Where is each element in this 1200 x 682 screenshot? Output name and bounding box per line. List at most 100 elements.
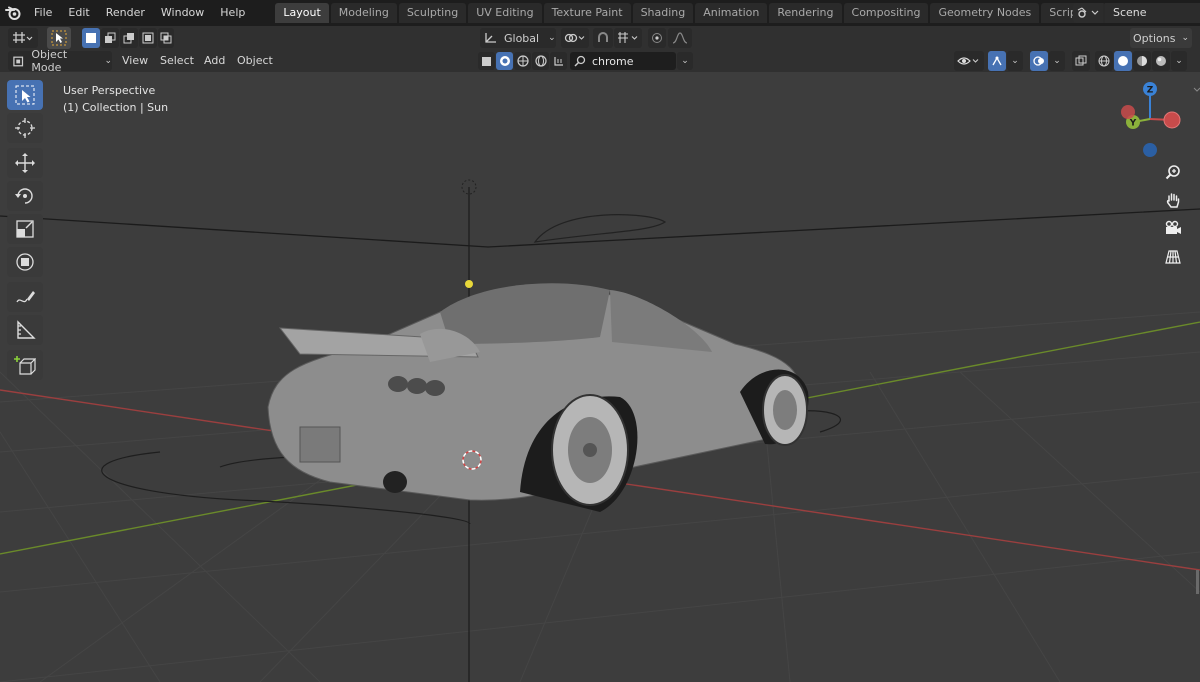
search-icon — [574, 55, 586, 67]
shading-solid-icon[interactable] — [1114, 51, 1132, 71]
spoiler-wire — [533, 214, 667, 243]
tool-measure[interactable] — [7, 315, 43, 345]
measure-ruler-icon — [17, 320, 36, 339]
transform-orientation-label: Global — [504, 31, 540, 45]
search-dropdown-chevron-icon[interactable]: ⌄ — [677, 52, 693, 70]
blender-logo-icon[interactable] — [0, 0, 26, 26]
tab-layout[interactable]: Layout — [275, 3, 329, 23]
menu-render[interactable]: Render — [98, 0, 153, 26]
render-camera-icon[interactable] — [550, 52, 567, 70]
visibility-eye-icon[interactable] — [954, 51, 984, 71]
3d-viewport[interactable]: User Perspective (1) Collection | Sun Z … — [0, 72, 1200, 682]
menu-view[interactable]: View — [122, 50, 148, 72]
tab-uv-editing[interactable]: UV Editing — [468, 3, 542, 23]
object-mode-icon — [13, 56, 24, 67]
menu-edit[interactable]: Edit — [60, 0, 97, 26]
gizmo-neg-x-axis[interactable] — [1121, 105, 1135, 119]
pivot-point-icon[interactable] — [561, 28, 589, 48]
scene-name-field[interactable]: Scene — [1105, 3, 1200, 23]
perspective-grid-icon[interactable] — [1160, 244, 1186, 270]
navigation-gizmo[interactable]: Z Y — [1120, 82, 1190, 162]
tab-texture-paint[interactable]: Texture Paint — [543, 3, 631, 23]
transform-orientation-dropdown[interactable]: Global ⌄ — [480, 28, 556, 48]
search-input[interactable]: chrome — [570, 52, 676, 70]
zoom-magnifier-icon[interactable] — [1160, 159, 1186, 185]
tool-annotate[interactable] — [7, 282, 43, 312]
scale-icon — [16, 220, 34, 238]
scene-selector: Scene — [1073, 3, 1200, 23]
menu-window[interactable]: Window — [153, 0, 212, 26]
tab-shading[interactable]: Shading — [632, 3, 694, 23]
move-icon — [15, 153, 35, 173]
search-value: chrome — [592, 54, 634, 68]
select-mode-extend-icon[interactable] — [101, 28, 119, 48]
snap-toggle-icon[interactable] — [593, 28, 613, 48]
tab-compositing[interactable]: Compositing — [843, 3, 929, 23]
shading-material-preview-icon[interactable] — [1133, 51, 1151, 71]
tool-cursor[interactable] — [7, 113, 43, 143]
menu-add[interactable]: Add — [204, 50, 225, 72]
snap-target-icon[interactable] — [614, 28, 642, 48]
gizmo-x-axis[interactable] — [1163, 111, 1181, 129]
chevron-down-icon: ⌄ — [1181, 33, 1189, 43]
gizmo-dropdown-chevron-icon[interactable]: ⌄ — [1007, 51, 1023, 71]
viewport-header: Object Mode ⌄ View Select Add Object chr… — [0, 48, 1200, 74]
pan-hand-icon[interactable] — [1160, 187, 1186, 213]
region-scroll-indicator[interactable] — [1192, 72, 1200, 682]
object-mode-dropdown[interactable]: Object Mode ⌄ — [8, 48, 112, 74]
select-mode-invert-icon[interactable] — [139, 28, 157, 48]
overlays-toggle-icon[interactable] — [1030, 51, 1048, 71]
tab-rendering[interactable]: Rendering — [769, 3, 842, 23]
menu-help[interactable]: Help — [212, 0, 253, 26]
tool-settings-header: Global ⌄ Options ⌄ — [0, 26, 1200, 50]
overlays-dropdown-chevron-icon[interactable]: ⌄ — [1049, 51, 1065, 71]
render-world-icon[interactable] — [514, 52, 531, 70]
tool-rotate[interactable] — [7, 181, 43, 211]
collection-context-label: (1) Collection | Sun — [63, 101, 169, 114]
shading-rendered-icon[interactable] — [1152, 51, 1170, 71]
menu-select[interactable]: Select — [160, 50, 194, 72]
xray-toggle-icon[interactable] — [1072, 51, 1090, 71]
left-toolbar — [7, 80, 45, 383]
falloff-curve-icon[interactable] — [668, 28, 692, 48]
menu-file[interactable]: File — [26, 0, 60, 26]
select-tool-icon[interactable] — [47, 27, 71, 49]
tool-move[interactable] — [7, 148, 43, 178]
tool-select-box[interactable] — [7, 80, 43, 110]
chevron-down-icon: ⌄ — [104, 56, 112, 66]
chevron-down-icon: ⌄ — [548, 33, 556, 43]
proportional-edit-icon[interactable] — [648, 28, 666, 48]
shading-dropdown-chevron-icon[interactable]: ⌄ — [1171, 51, 1187, 71]
rotate-icon — [15, 188, 33, 204]
select-mode-subtract-icon[interactable] — [120, 28, 138, 48]
options-label: Options — [1133, 31, 1176, 45]
perspective-label: User Perspective — [63, 84, 156, 97]
select-mode-new-icon[interactable] — [82, 28, 100, 48]
car-model — [267, 283, 809, 512]
tab-geometry-nodes[interactable]: Geometry Nodes — [930, 3, 1040, 23]
camera-view-icon[interactable] — [1160, 215, 1186, 241]
tab-modeling[interactable]: Modeling — [330, 3, 397, 23]
menu-object[interactable]: Object — [237, 50, 273, 72]
tab-sculpting[interactable]: Sculpting — [398, 3, 467, 23]
cursor-tool-icon — [15, 118, 35, 138]
viewport-scene — [0, 179, 1200, 682]
shading-wireframe-icon[interactable] — [1095, 51, 1113, 71]
gizmo-neg-z-axis[interactable] — [1143, 143, 1157, 157]
options-dropdown[interactable]: Options ⌄ — [1130, 28, 1192, 48]
top-menubar: File Edit Render Window Help Layout Mode… — [0, 0, 1200, 26]
select-mode-intersect-icon[interactable] — [158, 28, 174, 48]
render-solid-icon[interactable] — [478, 52, 495, 70]
sun-light-handle — [465, 280, 473, 288]
render-globe-icon[interactable] — [532, 52, 549, 70]
tool-add-cube[interactable] — [7, 350, 43, 380]
render-material-icon[interactable] — [496, 52, 513, 70]
scene-icon[interactable] — [1073, 3, 1103, 23]
editor-type-icon[interactable] — [8, 28, 38, 48]
workspace-tabs: Layout Modeling Sculpting UV Editing Tex… — [275, 0, 1126, 26]
tab-animation[interactable]: Animation — [695, 3, 768, 23]
gizmo-toggle-icon[interactable] — [988, 51, 1006, 71]
select-box-icon — [15, 85, 35, 105]
tool-transform[interactable] — [7, 247, 43, 277]
tool-scale[interactable] — [7, 214, 43, 244]
